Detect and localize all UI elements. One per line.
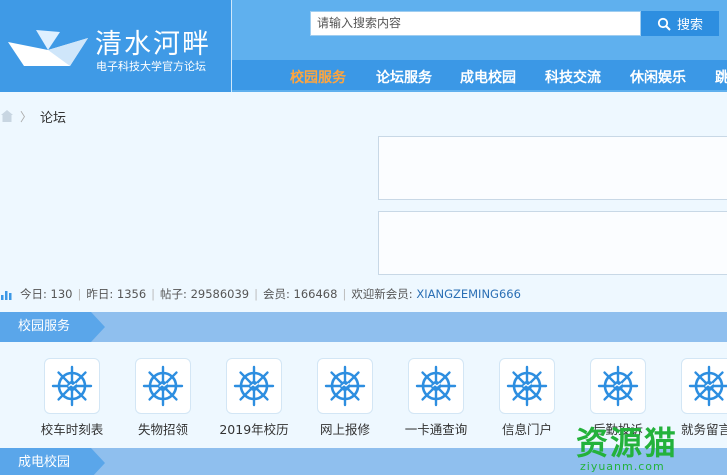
members-count: 166468 bbox=[293, 287, 338, 301]
grid-label: 信息门户 bbox=[501, 422, 552, 437]
section-title: 成电校园 bbox=[0, 448, 105, 475]
ship-wheel-icon bbox=[415, 365, 457, 407]
grid-label: 2019年校历 bbox=[219, 422, 289, 437]
watermark-logo: 资源猫 ziyuanm.com bbox=[576, 418, 726, 475]
ship-wheel-icon bbox=[233, 365, 275, 407]
tile bbox=[681, 358, 727, 414]
grid-label: 校车时刻表 bbox=[40, 422, 104, 437]
ship-wheel-icon bbox=[597, 365, 639, 407]
search-button-label: 搜索 bbox=[676, 17, 703, 32]
tile bbox=[135, 358, 191, 414]
members-label: 会员: bbox=[263, 287, 290, 301]
grid-item-info-portal[interactable]: 信息门户 bbox=[487, 358, 567, 438]
site-title: 清水河畔 bbox=[95, 29, 211, 60]
posts-label: 帖子: bbox=[160, 287, 187, 301]
grid-item-shuttle-schedule[interactable]: 校车时刻表 bbox=[32, 358, 112, 438]
ship-wheel-icon bbox=[324, 365, 366, 407]
tile bbox=[226, 358, 282, 414]
grid-label: 一卡通查询 bbox=[404, 422, 468, 437]
site-subtitle: 电子科技大学官方论坛 bbox=[96, 60, 206, 73]
today-count: 130 bbox=[50, 287, 73, 301]
grid-item-card-query[interactable]: 一卡通查询 bbox=[396, 358, 476, 438]
grid-label: 失物招领 bbox=[137, 422, 188, 437]
breadcrumb-current[interactable]: 论坛 bbox=[40, 107, 66, 126]
banner-slot-2[interactable] bbox=[378, 211, 727, 275]
bar-chart-icon bbox=[1, 291, 12, 300]
search-input[interactable]: 请输入搜索内容 bbox=[310, 11, 641, 36]
watermark-text: 资源猫 bbox=[576, 424, 679, 462]
tile bbox=[499, 358, 555, 414]
ship-wheel-icon bbox=[506, 365, 548, 407]
ship-wheel-icon bbox=[688, 365, 727, 407]
today-label: 今日: bbox=[20, 287, 47, 301]
nav-item-tech-exchange[interactable]: 科技交流 bbox=[545, 67, 601, 87]
welcome-label: 欢迎新会员: bbox=[351, 287, 413, 301]
watermark-url: ziyuanm.com bbox=[580, 460, 665, 473]
forum-stats: 今日: 130 | 昨日: 1356 | 帖子: 29586039 | 会员: … bbox=[0, 286, 521, 302]
nav-item-campus-service[interactable]: 校园服务 bbox=[290, 67, 346, 87]
nav-bar: 校园服务 论坛服务 成电校园 科技交流 休闲娱乐 跳 bbox=[232, 60, 727, 90]
tile bbox=[408, 358, 464, 414]
yesterday-label: 昨日: bbox=[86, 287, 114, 301]
paper-boat-icon bbox=[8, 30, 88, 66]
tile bbox=[317, 358, 373, 414]
new-member-link[interactable]: XIANGZEMING666 bbox=[416, 287, 521, 301]
yesterday-count: 1356 bbox=[116, 287, 147, 301]
chevron-right-icon: 〉 bbox=[20, 109, 33, 124]
nav-item-leisure[interactable]: 休闲娱乐 bbox=[630, 67, 686, 87]
grid-item-lost-found[interactable]: 失物招领 bbox=[123, 358, 203, 438]
nav-item-chengdian-campus[interactable]: 成电校园 bbox=[460, 67, 516, 87]
tile bbox=[44, 358, 100, 414]
grid-item-school-calendar[interactable]: 2019年校历 bbox=[214, 358, 294, 438]
header: 清水河畔 电子科技大学官方论坛 请输入搜索内容 搜索 校园服务 论坛服务 成电校… bbox=[0, 0, 727, 92]
ship-wheel-icon bbox=[142, 365, 184, 407]
ship-wheel-icon bbox=[51, 365, 93, 407]
section-campus-service: 校园服务 bbox=[0, 312, 727, 342]
grid-label: 网上报修 bbox=[319, 422, 370, 437]
nav-item-forum-service[interactable]: 论坛服务 bbox=[376, 67, 432, 87]
logo-block[interactable]: 清水河畔 电子科技大学官方论坛 bbox=[0, 0, 232, 92]
home-icon[interactable] bbox=[0, 109, 14, 123]
section-title: 校园服务 bbox=[0, 312, 105, 342]
grid-item-online-repair[interactable]: 网上报修 bbox=[305, 358, 385, 438]
tile bbox=[590, 358, 646, 414]
nav-item-more[interactable]: 跳 bbox=[715, 67, 727, 87]
banner-slot-1[interactable] bbox=[378, 136, 727, 200]
posts-count: 29586039 bbox=[190, 287, 250, 301]
search-icon bbox=[657, 17, 671, 31]
search-button[interactable]: 搜索 bbox=[641, 11, 719, 36]
breadcrumb: 〉 论坛 bbox=[0, 107, 66, 126]
